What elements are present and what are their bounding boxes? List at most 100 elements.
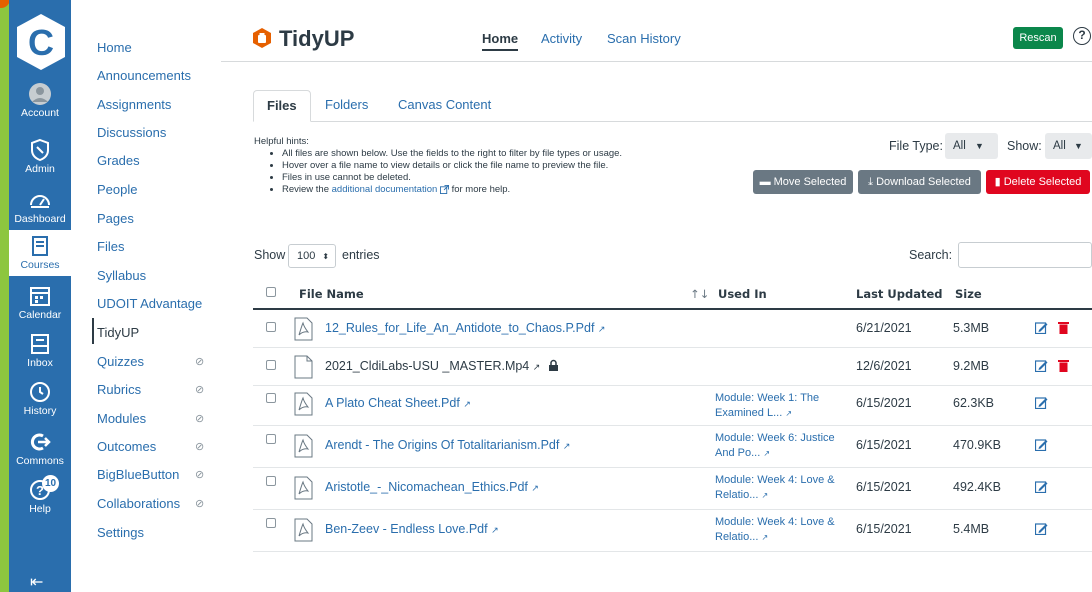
col-file-name[interactable]: File Name	[299, 287, 364, 301]
file-name-link[interactable]: Ben-Zeev - Endless Love.Pdf ↗	[325, 522, 499, 536]
gnav-inbox[interactable]: Inbox	[9, 332, 71, 378]
col-size[interactable]: Size	[955, 287, 982, 301]
course-nav-outcomes[interactable]: Outcomes	[97, 439, 156, 455]
course-nav-assignments[interactable]: Assignments	[97, 97, 171, 113]
file-name-link[interactable]: A Plato Cheat Sheet.Pdf ↗	[325, 396, 471, 410]
gnav-history[interactable]: History	[9, 380, 71, 426]
edit-icon[interactable]	[1035, 480, 1048, 493]
size-cell: 62.3KB	[953, 396, 995, 410]
size-cell: 5.4MB	[953, 522, 990, 536]
course-nav-files[interactable]: Files	[97, 239, 124, 255]
used-in-text: Module: Week 4: Love & Relatio...	[715, 516, 835, 543]
course-nav-rubrics[interactable]: Rubrics	[97, 382, 141, 398]
row-checkbox[interactable]	[266, 476, 276, 486]
app-nav-scan-history[interactable]: Scan History	[607, 31, 681, 46]
delete-selected-button[interactable]: ▮ Delete Selected	[986, 170, 1090, 194]
course-nav-tidyup[interactable]: TidyUP	[97, 325, 139, 341]
hint-item: All files are shown below. Use the field…	[282, 148, 684, 160]
help-button[interactable]: ?	[1073, 27, 1091, 45]
file-name-link[interactable]: Arendt - The Origins Of Totalitarianism.…	[325, 438, 570, 452]
tab-folders[interactable]: Folders	[325, 90, 368, 122]
used-in-link[interactable]: Module: Week 4: Love & Relatio... ↗	[715, 515, 835, 545]
entries-select[interactable]: 100 ⬍	[288, 244, 336, 268]
app-nav-home[interactable]: Home	[482, 31, 519, 51]
hint-item: Hover over a file name to view details o…	[282, 160, 684, 172]
used-in-link[interactable]: Module: Week 1: The Examined L... ↗	[715, 391, 835, 421]
edit-icon[interactable]	[1035, 438, 1048, 451]
used-in-link[interactable]: Module: Week 6: Justice And Po... ↗	[715, 431, 835, 461]
tidyup-logo-icon	[253, 28, 271, 48]
course-nav-people[interactable]: People	[97, 182, 137, 198]
course-nav-bigbluebutton[interactable]: BigBlueButton	[97, 467, 179, 483]
edit-icon[interactable]	[1035, 321, 1048, 334]
edit-icon[interactable]	[1035, 359, 1048, 372]
documentation-link[interactable]: additional documentation	[332, 184, 438, 195]
row-checkbox[interactable]	[266, 518, 276, 528]
hint-item: Review the additional documentation for …	[282, 184, 684, 196]
show-filter-select[interactable]: All ▼	[1045, 133, 1092, 159]
course-nav-syllabus[interactable]: Syllabus	[97, 268, 146, 284]
dashboard-icon	[30, 195, 50, 208]
lock-icon	[548, 359, 558, 371]
global-nav: C Account Admin Dashboard Courses Calend…	[9, 0, 71, 592]
gnav-label: Dashboard	[14, 213, 66, 225]
gnav-account[interactable]: Account	[9, 82, 71, 128]
sort-icon[interactable]: ↑↓	[690, 287, 709, 301]
course-nav-announcements[interactable]: Announcements	[97, 68, 191, 84]
edit-icon[interactable]	[1035, 396, 1048, 409]
size-cell: 9.2MB	[953, 359, 990, 373]
course-nav-home[interactable]: Home	[97, 40, 132, 56]
gnav-commons[interactable]: Commons	[9, 430, 71, 476]
files-table-header: File Name ↑↓ Used In Last Updated Size	[253, 276, 1092, 310]
course-nav-grades[interactable]: Grades	[97, 153, 140, 169]
file-icon	[294, 355, 313, 379]
select-all-checkbox[interactable]	[266, 287, 276, 297]
search-input[interactable]	[958, 242, 1092, 268]
pdf-file-icon	[294, 392, 313, 416]
trash-icon[interactable]	[1058, 359, 1069, 372]
row-checkbox[interactable]	[266, 393, 276, 403]
trash-icon: ▮	[994, 176, 1001, 188]
download-selected-button[interactable]: ⤓ Download Selected	[858, 170, 981, 194]
file-name-link[interactable]: 2021_CldiLabs-USU _MASTER.Mp4 ↗	[325, 359, 559, 373]
edit-icon[interactable]	[1035, 522, 1048, 535]
help-badge: 10	[42, 475, 59, 492]
course-nav-discussions[interactable]: Discussions	[97, 125, 166, 141]
course-nav-modules[interactable]: Modules	[97, 411, 146, 427]
row-checkbox[interactable]	[266, 322, 276, 332]
external-link-icon: ↗	[763, 449, 771, 458]
last-updated-cell: 12/6/2021	[856, 359, 912, 373]
col-last-updated[interactable]: Last Updated	[856, 287, 943, 301]
external-link-icon: ↗	[531, 483, 539, 493]
gnav-help[interactable]: ? 10 Help	[9, 475, 71, 524]
svg-text:C: C	[28, 22, 54, 63]
gnav-admin[interactable]: Admin	[9, 138, 71, 184]
size-cell: 492.4KB	[953, 480, 1001, 494]
gnav-calendar[interactable]: Calendar	[9, 284, 71, 330]
row-checkbox[interactable]	[266, 360, 276, 370]
course-nav-collaborations[interactable]: Collaborations	[97, 496, 180, 512]
gnav-courses[interactable]: Courses	[9, 230, 71, 276]
used-in-link[interactable]: Module: Week 4: Love & Relatio... ↗	[715, 473, 835, 503]
course-nav-pages[interactable]: Pages	[97, 211, 134, 227]
rescan-button[interactable]: Rescan	[1013, 27, 1063, 49]
trash-icon[interactable]	[1058, 321, 1069, 334]
course-nav-settings[interactable]: Settings	[97, 525, 144, 541]
course-nav-quizzes[interactable]: Quizzes	[97, 354, 144, 370]
tab-files[interactable]: Files	[253, 90, 311, 122]
file-name-link[interactable]: Aristotle_-_Nicomachean_Ethics.Pdf ↗	[325, 480, 539, 494]
tab-canvas-content[interactable]: Canvas Content	[398, 90, 491, 122]
collapse-nav-icon[interactable]: ⇤	[30, 572, 43, 592]
external-link-icon: ↗	[597, 324, 606, 334]
col-used-in[interactable]: Used In	[718, 287, 767, 301]
gnav-dashboard[interactable]: Dashboard	[9, 188, 71, 234]
canvas-logo-icon[interactable]: C	[14, 12, 68, 72]
search-label: Search:	[909, 248, 953, 262]
external-link-icon: ↗	[562, 441, 571, 451]
file-name-link[interactable]: 12_Rules_for_Life_An_Antidote_to_Chaos.P…	[325, 321, 605, 335]
row-checkbox[interactable]	[266, 434, 276, 444]
course-nav-udoit[interactable]: UDOIT Advantage	[97, 296, 202, 312]
app-nav-activity[interactable]: Activity	[541, 31, 582, 46]
move-selected-button[interactable]: ▬ Move Selected	[753, 170, 853, 194]
file-type-select[interactable]: All ▼	[945, 133, 998, 159]
